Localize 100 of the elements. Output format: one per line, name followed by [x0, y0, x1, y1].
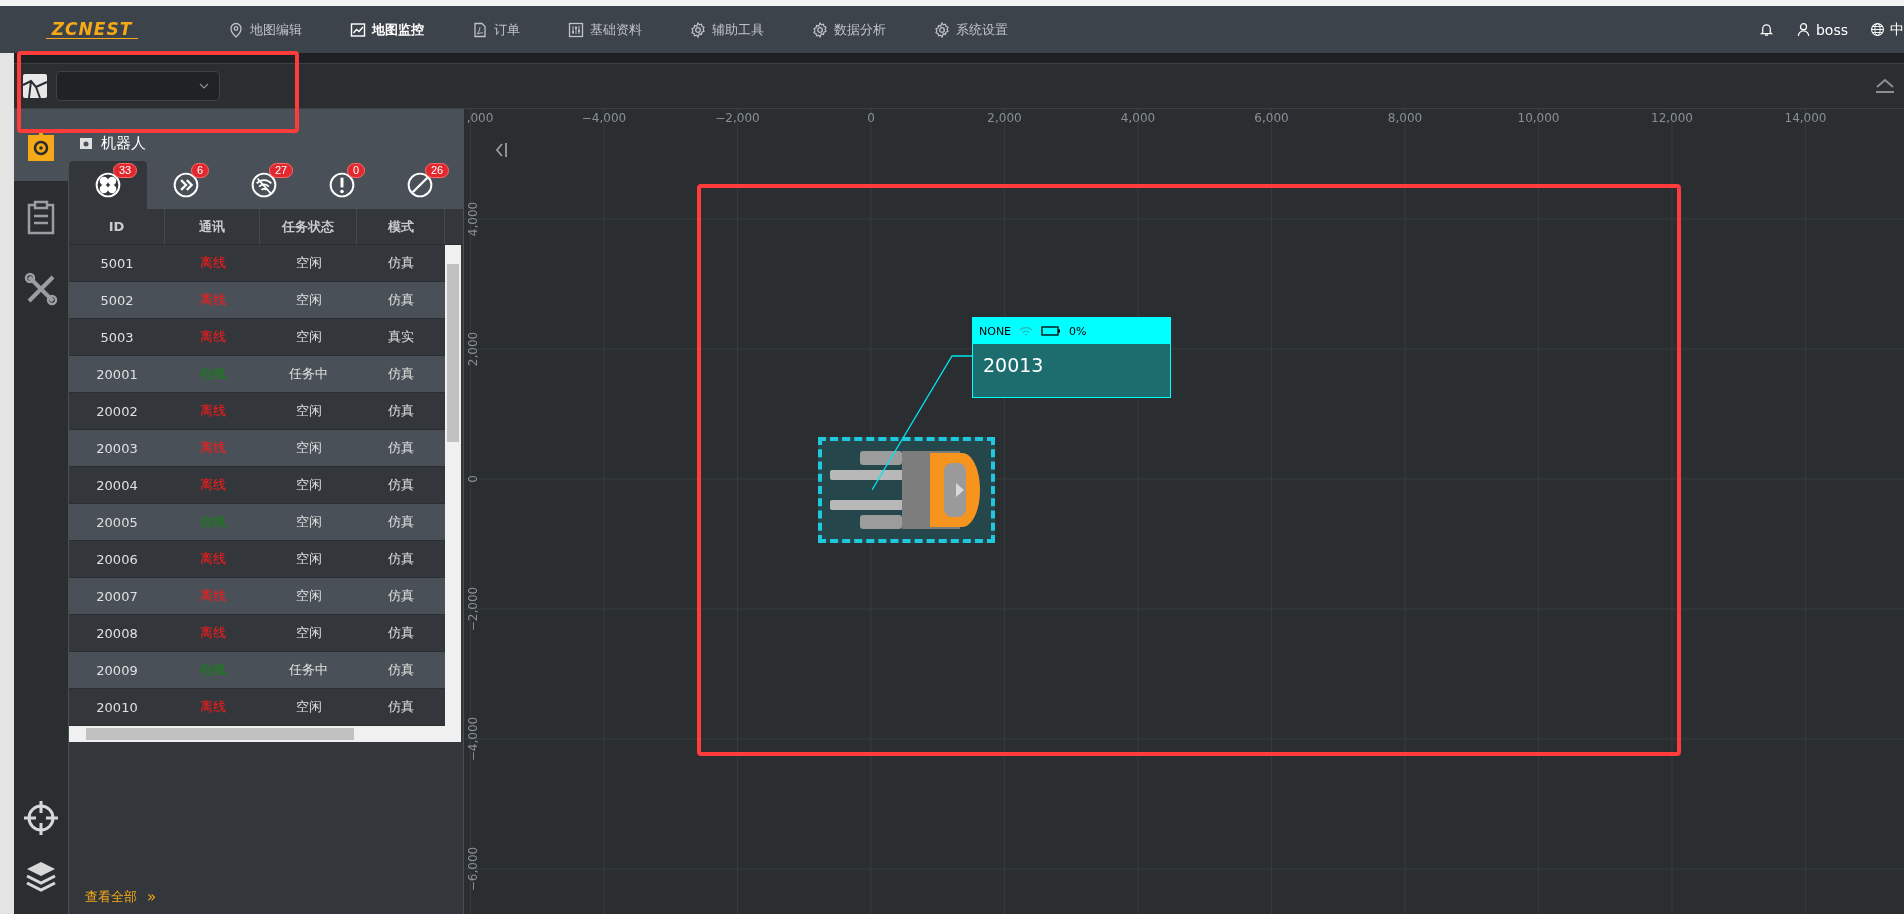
table-cell-text: 20009	[95, 661, 139, 680]
table-cell-text: 仿真	[387, 439, 415, 457]
table-cell-text: 任务中	[288, 661, 329, 679]
gear-icon	[812, 21, 828, 38]
status-cell-text: 离线	[198, 402, 227, 420]
robot-status: NONE	[979, 324, 1012, 338]
table-cell-text: 20004	[95, 476, 139, 495]
table-cell-text: 仿真	[387, 402, 415, 420]
table-cell-text: 空闲	[294, 439, 323, 457]
table-cell-text: 仿真	[387, 698, 415, 716]
ruler-label: −6,000	[466, 846, 480, 892]
ruler-label: 4,000	[466, 201, 480, 237]
sliders-icon	[568, 21, 584, 38]
ruler-label: 0	[867, 111, 875, 125]
table-cell-text: 空闲	[294, 476, 323, 494]
column-header: 通讯	[165, 209, 260, 244]
logo: ZCNEST	[46, 20, 138, 39]
table-cell-text: 空闲	[294, 513, 323, 531]
nav-item[interactable]: 地图编辑	[228, 20, 302, 39]
table-cell-text: 仿真	[387, 476, 415, 494]
nav-item[interactable]: 系统设置	[934, 20, 1008, 39]
ruler-label: −2,000	[715, 111, 760, 125]
robot-icon	[79, 136, 93, 150]
status-cell-text: 离线	[198, 587, 227, 605]
table-cell-text: 5003	[99, 328, 135, 347]
ruler-label: 12,000	[1651, 111, 1693, 125]
map-icon	[22, 73, 48, 99]
table-cell-text: 20010	[95, 698, 139, 717]
filter-tab[interactable]: 26	[381, 161, 459, 209]
status-cell-text: 离线	[198, 328, 227, 346]
chart-icon	[350, 21, 366, 38]
filter-tab[interactable]: 0	[303, 161, 381, 209]
status-cell-text: 离线	[198, 254, 227, 272]
crosshair-icon[interactable]	[21, 798, 61, 838]
table-cell-text: 空闲	[294, 550, 323, 568]
count-badge: 0	[347, 163, 366, 178]
table-cell-text: 空闲	[294, 698, 323, 716]
table-cell-text: 20005	[95, 513, 139, 532]
ruler-label: −4,000	[466, 716, 480, 762]
table-cell-text: 仿真	[387, 550, 415, 568]
table-cell-text: 仿真	[387, 254, 415, 272]
status-cell-text: 离线	[198, 439, 227, 457]
forward-icon	[173, 172, 199, 198]
column-header: ID	[69, 209, 165, 244]
count-badge: 27	[269, 163, 294, 178]
table-cell-text: 20002	[95, 402, 139, 421]
alert-icon	[329, 172, 355, 198]
language-selector[interactable]: 中	[1890, 20, 1904, 39]
sidebar-item[interactable]	[14, 109, 68, 181]
view-all-link[interactable]: 查看全部 »	[85, 888, 157, 906]
user-icon	[1795, 22, 1811, 37]
ruler-label: 8,000	[1387, 111, 1423, 125]
table-cell-text: 任务中	[288, 365, 329, 383]
status-cell-text: 在线	[198, 661, 227, 679]
nav-item[interactable]: 地图监控	[350, 20, 424, 39]
ruler-label: 2,000	[987, 111, 1022, 125]
filter-tab[interactable]: 6	[147, 161, 225, 209]
table-cell-text: 5001	[99, 254, 135, 273]
vertical-scrollbar[interactable]	[445, 245, 461, 742]
table-cell-text: 仿真	[387, 291, 415, 309]
filter-tab[interactable]: 27	[225, 161, 303, 209]
status-cell-text: 离线	[198, 476, 227, 494]
wifi-icon	[1019, 325, 1034, 337]
user-name[interactable]: boss	[1815, 21, 1848, 38]
collapse-left-icon[interactable]	[494, 141, 510, 159]
battery-level: 0%	[1069, 324, 1087, 338]
table-cell-text: 5002	[99, 291, 135, 310]
status-cell-text: 离线	[198, 624, 227, 642]
horizontal-scrollbar[interactable]	[69, 726, 445, 742]
count-badge: 6	[191, 163, 210, 178]
nav-item[interactable]: 订单	[472, 20, 520, 39]
nav-item[interactable]: 数据分析	[812, 20, 886, 39]
table-cell-text: 空闲	[294, 587, 323, 605]
ruler-label: −4,000	[581, 111, 627, 125]
table-cell-text: 空闲	[294, 254, 323, 272]
table-cell-text: 仿真	[387, 587, 415, 605]
table-cell-text: 空闲	[294, 328, 323, 346]
collapse-icon[interactable]	[1874, 78, 1896, 94]
nav-item[interactable]: 基础资料	[568, 20, 642, 39]
status-cell-text: 离线	[198, 291, 227, 309]
ruler-label: 10,000	[1517, 111, 1560, 125]
gear-icon	[934, 21, 950, 38]
ruler-label: 6,000	[1254, 111, 1289, 125]
disabled-icon	[407, 172, 433, 198]
table-cell-text: 真实	[387, 328, 415, 346]
nav-item[interactable]: 辅助工具	[690, 20, 764, 39]
filter-tab[interactable]: 33	[69, 161, 147, 209]
clover-icon	[95, 172, 121, 198]
table-cell-text: 仿真	[387, 661, 415, 679]
table-cell-text: 20008	[95, 624, 139, 643]
count-badge: 33	[113, 163, 138, 178]
pin-icon	[228, 21, 244, 38]
table-cell-text: 20007	[95, 587, 139, 606]
status-cell-text: 离线	[198, 698, 227, 716]
ruler-label: ,000	[466, 111, 494, 125]
robot-id: 20013	[982, 353, 1045, 376]
no-signal-icon	[251, 172, 277, 198]
bell-icon[interactable]	[1758, 22, 1774, 37]
ruler-label: 4,000	[1120, 111, 1156, 125]
table-cell-text: 仿真	[387, 624, 415, 642]
